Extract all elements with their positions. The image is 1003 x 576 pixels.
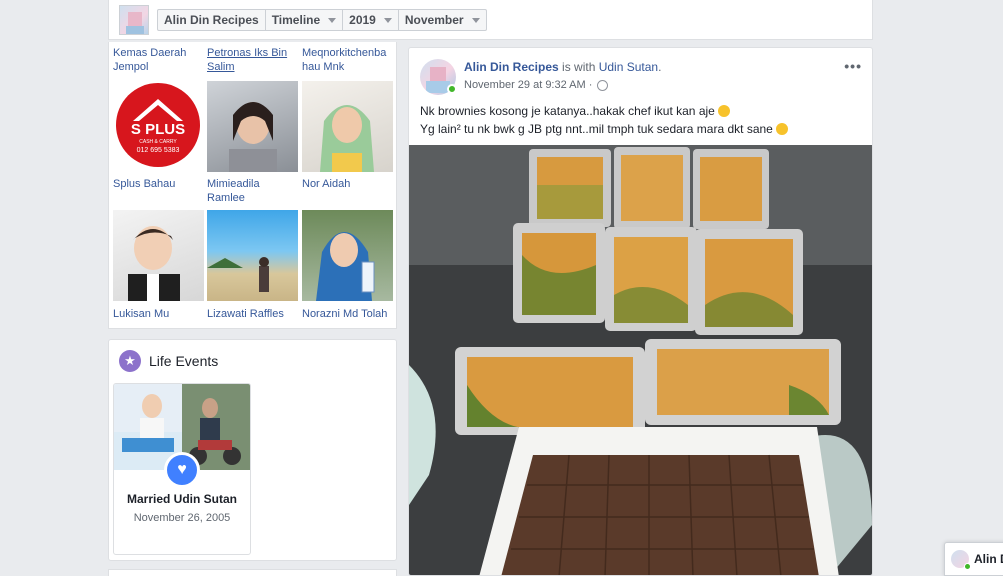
heart-icon: ♥ [164, 452, 200, 488]
svg-text:S PLUS: S PLUS [131, 121, 185, 138]
friend-photo[interactable] [207, 81, 298, 172]
friend-name[interactable]: Lukisan Mu [113, 307, 205, 321]
timeline-nav-bar: Alin Din Recipes Timeline 2019 November [108, 0, 873, 40]
friend-photo[interactable] [302, 210, 393, 301]
chat-avatar [951, 550, 971, 570]
chevron-down-icon [471, 17, 480, 23]
friend-item[interactable]: Petronas Iks Bin Salim [207, 46, 299, 74]
post-header: Alin Din Recipes is with Udin Sutan. [464, 60, 661, 74]
breadcrumb-page-label: Alin Din Recipes [164, 13, 259, 27]
friend-item[interactable]: Splus Bahau [113, 177, 205, 191]
friend-item[interactable]: Nor Aidah [302, 177, 394, 191]
friend-photo[interactable] [113, 210, 204, 301]
post-card: Alin Din Recipes is with Udin Sutan. Nov… [408, 47, 873, 576]
breadcrumb-page[interactable]: Alin Din Recipes [158, 10, 266, 30]
breadcrumb-month-label: November [404, 13, 464, 27]
chevron-down-icon [328, 17, 337, 23]
friend-photo[interactable]: S PLUS CASH & CARRY 012 695 5383 [113, 81, 204, 172]
post-text-line-1: Nk brownies kosong je katanya..hakak che… [420, 104, 715, 118]
life-events-title: Life Events [149, 353, 219, 369]
post-text-line-2: Yg lain² tu nk bwk g JB ptg nnt..mil tmp… [420, 122, 773, 136]
online-status-dot [447, 84, 457, 94]
breadcrumb-month[interactable]: November [399, 10, 486, 30]
friend-item[interactable]: Norazni Md Tolah [302, 307, 394, 321]
friend-name[interactable]: Splus Bahau [113, 177, 205, 191]
online-status-dot [964, 563, 971, 570]
friend-item[interactable]: Lukisan Mu [113, 307, 205, 321]
friend-name[interactable]: Kemas Daerah Jempol [113, 46, 205, 74]
post-timestamp[interactable]: November 29 at 9:32 AM · [464, 79, 592, 91]
chat-name: Alin D [974, 552, 1003, 566]
splus-logo: S PLUS CASH & CARRY 012 695 5383 [116, 83, 200, 167]
svg-text:CASH & CARRY: CASH & CARRY [139, 139, 177, 145]
breadcrumb-timeline[interactable]: Timeline [266, 10, 344, 30]
friend-name[interactable]: Lizawati Raffles [207, 307, 299, 321]
chat-tab[interactable]: Alin D [944, 542, 1003, 576]
friend-name[interactable]: Petronas Iks Bin Salim [207, 46, 299, 74]
post-author-name[interactable]: Alin Din Recipes [464, 60, 559, 74]
post-photo[interactable] [409, 145, 872, 575]
page-avatar[interactable] [119, 5, 149, 35]
post-with-text: is with [558, 60, 599, 74]
life-event-title[interactable]: Married Udin Sutan [114, 492, 250, 506]
friend-item[interactable]: Lizawati Raffles [207, 307, 299, 321]
friend-name[interactable]: Mimieadila Ramlee [207, 177, 299, 205]
friend-photo[interactable] [207, 210, 298, 301]
emoji-icon [718, 105, 731, 117]
post-text: Nk brownies kosong je katanya..hakak che… [420, 102, 860, 138]
post-tagged-suffix: . [658, 60, 662, 74]
friend-item[interactable]: Meqnorkitchenba hau Mnk [302, 46, 394, 74]
post-meta: November 29 at 9:32 AM · [464, 79, 609, 91]
friends-panel: Kemas Daerah Jempol Petronas Iks Bin Sal… [108, 42, 397, 329]
friend-item[interactable]: Mimieadila Ramlee [207, 177, 299, 205]
friend-name[interactable]: Meqnorkitchenba hau Mnk [302, 46, 394, 74]
friend-photo[interactable] [302, 81, 393, 172]
svg-text:012 695 5383: 012 695 5383 [137, 147, 180, 154]
friend-name[interactable]: Norazni Md Tolah [302, 307, 394, 321]
life-event-date: November 26, 2005 [133, 512, 231, 524]
emoji-icon [776, 123, 789, 135]
breadcrumb: Alin Din Recipes Timeline 2019 November [157, 9, 487, 31]
globe-icon [597, 79, 609, 91]
more-options-button[interactable]: ••• [844, 58, 862, 74]
life-events-header[interactable]: ★ Life Events [119, 350, 218, 372]
post-tagged-person[interactable]: Udin Sutan [599, 60, 658, 74]
breadcrumb-year-label: 2019 [349, 13, 376, 27]
chevron-down-icon [383, 17, 392, 23]
breadcrumb-timeline-label: Timeline [271, 13, 321, 27]
friend-name[interactable]: Nor Aidah [302, 177, 394, 191]
star-icon: ★ [119, 350, 141, 372]
next-panel [108, 569, 397, 576]
life-events-panel: ★ Life Events ♥ Married Udin Sutan Novem… [108, 339, 397, 561]
life-event-card[interactable]: ♥ Married Udin Sutan November 26, 2005 [113, 383, 251, 555]
breadcrumb-year[interactable]: 2019 [343, 10, 399, 30]
friend-item[interactable]: Kemas Daerah Jempol [113, 46, 205, 74]
